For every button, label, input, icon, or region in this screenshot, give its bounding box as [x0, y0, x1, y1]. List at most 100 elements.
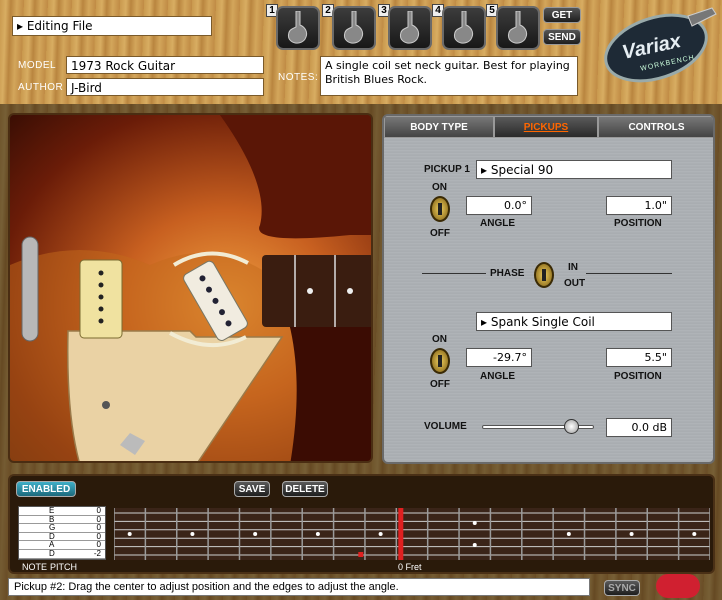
model-label: MODEL: [18, 60, 57, 71]
notes-label: NOTES:: [278, 72, 319, 83]
tab-body-type[interactable]: BODY TYPE: [384, 116, 494, 138]
fret-marker: [566, 532, 571, 536]
tuning-pitch: 0: [96, 506, 101, 515]
pickup-2-off-label: OFF: [430, 379, 450, 390]
phase-out-label: OUT: [564, 278, 586, 289]
volume-label: VOLUME: [424, 421, 467, 432]
notes-field[interactable]: A single coil set neck guitar. Best for …: [320, 56, 578, 96]
volume-slider[interactable]: [482, 419, 594, 435]
fret-marker: [472, 521, 477, 525]
pickup-1-model-value: Special 90: [490, 163, 554, 177]
line6-logo: [656, 574, 700, 598]
sync-button[interactable]: SYNC: [604, 580, 640, 596]
preset-slots: 1 2 3 4 5: [266, 4, 540, 50]
angle-label: ANGLE: [480, 218, 515, 229]
fret-marker: [315, 532, 320, 536]
fret-marker: [127, 532, 132, 536]
tuning-pitch: -2: [93, 549, 101, 558]
preset-slot-3[interactable]: 3: [378, 4, 436, 50]
pitch-column-header: PITCH: [50, 562, 77, 572]
preset-slot-1[interactable]: 1: [266, 4, 324, 50]
zero-fret-label: 0 Fret: [398, 562, 422, 572]
settings-panel: BODY TYPE PICKUPS CONTROLS PICKUP 1 ▸ Sp…: [382, 114, 715, 464]
fret-marker: [378, 532, 383, 536]
phase-divider-left: [422, 273, 486, 274]
tuning-note: E: [49, 506, 55, 515]
pickup-1-off-label: OFF: [430, 228, 450, 239]
fret-marker: [253, 532, 258, 536]
author-label: AUTHOR: [18, 82, 64, 93]
fret-marker: [472, 543, 477, 547]
tuning-row[interactable]: D0: [19, 532, 105, 542]
tuning-pitch: 0: [96, 523, 101, 533]
volume-value-field[interactable]: 0.0 dB: [606, 418, 672, 437]
phase-in-label: IN: [568, 262, 578, 273]
volume-thumb[interactable]: [564, 419, 580, 434]
guitar-icon: [276, 6, 320, 50]
fret-marker: [629, 532, 634, 536]
pickup-2-position-field[interactable]: 5.5": [606, 348, 672, 367]
toggle-lever-icon: [438, 203, 442, 215]
file-menu-label: Editing File: [26, 19, 93, 33]
header-bar: ▸ Editing File MODEL 1973 Rock Guitar AU…: [0, 0, 722, 104]
guitar-body-graphic: [10, 115, 371, 461]
status-bar: Pickup #2: Drag the center to adjust pos…: [8, 578, 590, 596]
tuning-row[interactable]: A0: [19, 541, 105, 550]
note-column-header: NOTE: [22, 562, 48, 572]
pickup-2-model-select[interactable]: ▸ Spank Single Coil: [476, 312, 672, 331]
capo-note-marker: [358, 552, 364, 557]
author-field[interactable]: J-Bird: [66, 78, 264, 96]
tuning-row[interactable]: G0: [19, 524, 105, 533]
save-button[interactable]: SAVE: [234, 481, 270, 497]
preset-slot-2[interactable]: 2: [322, 4, 380, 50]
custom-tuning-panel: ENABLED SAVE DELETE E 0 B 0 G 0 D 0 A 0 D -2 NOTE P…: [8, 474, 715, 574]
position-label: POSITION: [614, 218, 662, 229]
fretboard-wood: [114, 508, 710, 560]
pickup-1-model-select[interactable]: ▸ Special 90: [476, 160, 672, 179]
pickup-1-toggle[interactable]: [430, 196, 450, 222]
phase-toggle[interactable]: [534, 262, 554, 288]
pickup-1-position-field[interactable]: 1.0": [606, 196, 672, 215]
fret-marker: [190, 532, 195, 536]
tuning-table-grid: E 0 B 0 G 0 D 0 A 0 D -2: [19, 507, 105, 559]
pickup-1-label: PICKUP 1: [424, 164, 470, 175]
tab-pickups[interactable]: PICKUPS: [494, 116, 598, 138]
phase-label: PHASE: [490, 268, 525, 279]
send-button[interactable]: SEND: [543, 29, 581, 45]
delete-button[interactable]: DELETE: [282, 481, 328, 497]
position-label: POSITION: [614, 371, 662, 382]
preset-slot-4[interactable]: 4: [432, 4, 490, 50]
tuning-table: E 0 B 0 G 0 D 0 A 0 D -2: [18, 506, 106, 560]
preset-slot-5[interactable]: 5: [486, 4, 544, 50]
file-menu[interactable]: ▸ Editing File: [12, 16, 212, 36]
tuning-row[interactable]: D -2: [19, 550, 105, 559]
pickup-2-on-label: ON: [432, 334, 447, 345]
guitar-body-view[interactable]: [8, 113, 373, 463]
phase-divider-right: [586, 273, 672, 274]
pickup-1-on-label: ON: [432, 182, 447, 193]
pickup-2-toggle[interactable]: [430, 348, 450, 374]
toggle-lever-icon: [542, 269, 546, 281]
model-field[interactable]: 1973 Rock Guitar: [66, 56, 264, 74]
guitar-icon: [332, 6, 376, 50]
toggle-lever-icon: [438, 355, 442, 367]
fret-marker: [692, 532, 697, 536]
guitar-icon: [388, 6, 432, 50]
tuning-note: D: [49, 549, 55, 558]
guitar-icon: [496, 6, 540, 50]
guitar-icon: [442, 6, 486, 50]
menu-arrow-icon: ▸: [17, 19, 27, 33]
pickup-2-angle-field[interactable]: -29.7°: [466, 348, 532, 367]
tuning-row[interactable]: E0: [19, 507, 105, 516]
angle-label: ANGLE: [480, 371, 515, 382]
pickup-1-angle-field[interactable]: 0.0°: [466, 196, 532, 215]
tuning-row[interactable]: B0: [19, 515, 105, 525]
tab-controls[interactable]: CONTROLS: [598, 116, 713, 138]
variax-logo: Variax WORKBENCH: [600, 6, 718, 86]
tuning-note: G: [49, 523, 56, 533]
pickup-2-model-value: Spank Single Coil: [490, 315, 595, 329]
get-button[interactable]: GET: [543, 7, 581, 23]
fretboard[interactable]: [114, 508, 710, 560]
enabled-button[interactable]: ENABLED: [16, 481, 76, 497]
zero-fret-marker: [398, 508, 404, 560]
